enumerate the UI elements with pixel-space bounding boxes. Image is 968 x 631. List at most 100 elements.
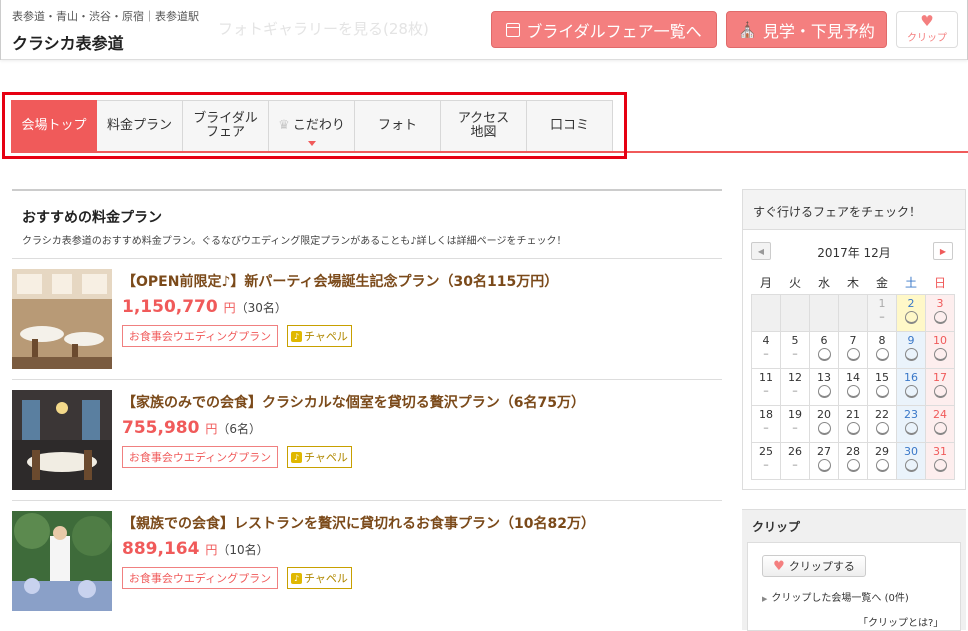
plan-photo[interactable] bbox=[12, 390, 112, 490]
fair-available-icon[interactable] bbox=[817, 458, 831, 472]
fair-available-icon[interactable] bbox=[875, 347, 889, 361]
weekday-label: 火 bbox=[788, 276, 801, 291]
fair-available-icon[interactable] bbox=[933, 458, 947, 472]
day-number: 16 bbox=[904, 370, 918, 384]
bridal-fair-list-button[interactable]: ブライダルフェア一覧へ bbox=[491, 11, 717, 48]
fair-available-icon[interactable] bbox=[904, 310, 918, 324]
price-unit: 円 bbox=[205, 422, 218, 436]
plan-photo[interactable] bbox=[12, 511, 112, 611]
calendar-day[interactable]: 21 bbox=[838, 404, 868, 443]
day-number: 21 bbox=[846, 407, 860, 421]
calendar-day[interactable]: 30 bbox=[896, 441, 926, 480]
next-month-button[interactable]: ▶ bbox=[933, 242, 953, 260]
fair-available-icon[interactable] bbox=[904, 347, 918, 361]
day-number: 17 bbox=[933, 370, 947, 384]
no-fair-mark: – bbox=[792, 383, 798, 397]
no-fair-mark: – bbox=[763, 420, 769, 434]
day-number: 18 bbox=[759, 407, 773, 421]
day-number: 9 bbox=[907, 333, 915, 347]
calendar-day: 11– bbox=[751, 367, 781, 406]
calendar-day[interactable]: 16 bbox=[896, 367, 926, 406]
calendar-day: 4– bbox=[751, 330, 781, 369]
clip-add-button[interactable]: ♥ クリップする bbox=[762, 555, 866, 577]
day-number: 7 bbox=[849, 333, 857, 347]
calendar-day[interactable]: 10 bbox=[925, 330, 955, 369]
fair-available-icon[interactable] bbox=[904, 384, 918, 398]
venue-name[interactable]: クラシカ表参道 bbox=[12, 30, 124, 54]
plan-tag-chapel: ♪ チャペル bbox=[287, 446, 352, 468]
visit-reservation-button[interactable]: ⛪ 見学・下見予約 bbox=[726, 11, 887, 48]
plan-tag-chapel-label: チャペル bbox=[304, 451, 348, 464]
calendar-day[interactable]: 2 bbox=[896, 293, 926, 332]
calendar-day[interactable]: 8 bbox=[867, 330, 897, 369]
clip-button[interactable]: ♥ クリップ bbox=[896, 11, 958, 48]
calendar-day[interactable]: 15 bbox=[867, 367, 897, 406]
calendar-day[interactable]: 24 bbox=[925, 404, 955, 443]
calendar-day: 19– bbox=[780, 404, 810, 443]
day-number: 26 bbox=[788, 444, 802, 458]
calendar-day[interactable]: 9 bbox=[896, 330, 926, 369]
fair-available-icon[interactable] bbox=[875, 384, 889, 398]
fair-available-icon[interactable] bbox=[817, 347, 831, 361]
fair-available-icon[interactable] bbox=[846, 458, 860, 472]
calendar-day[interactable]: 27 bbox=[809, 441, 839, 480]
fair-available-icon[interactable] bbox=[875, 421, 889, 435]
calendar-day[interactable]: 13 bbox=[809, 367, 839, 406]
clip-widget-title: クリップ bbox=[752, 520, 801, 534]
calendar-icon bbox=[506, 22, 521, 37]
fair-available-icon[interactable] bbox=[904, 458, 918, 472]
calendar-grid: 月火水木金土日 1–2 3 4–5–6 7 8 9 10 11–12–13 14 15 16 17 18… bbox=[751, 272, 955, 480]
price-unit: 円 bbox=[205, 543, 218, 557]
plans-section-desc: クラシカ表参道のおすすめ料金プラン。ぐるなびウエディング限定プランがあることも♪… bbox=[22, 236, 567, 247]
calendar-day[interactable]: 3 bbox=[925, 293, 955, 332]
calendar-day[interactable]: 20 bbox=[809, 404, 839, 443]
fair-available-icon[interactable] bbox=[817, 421, 831, 435]
fair-available-icon[interactable] bbox=[933, 384, 947, 398]
price-unit: 円 bbox=[223, 301, 236, 315]
price-value: 755,980 bbox=[122, 418, 200, 438]
calendar-day[interactable]: 22 bbox=[867, 404, 897, 443]
calendar-week: 4– 5–6 7 8 9 10 bbox=[751, 330, 955, 369]
highlight-box bbox=[2, 92, 627, 159]
plan-tag-chapel: ♪ チャペル bbox=[287, 567, 352, 589]
fair-available-icon[interactable] bbox=[933, 310, 947, 324]
calendar-day[interactable]: 17 bbox=[925, 367, 955, 406]
plan-name[interactable]: 【OPEN前限定♪】新パーティ会場誕生記念プラン（30名115万円） bbox=[122, 271, 558, 291]
fair-available-icon[interactable] bbox=[875, 458, 889, 472]
no-fair-mark: – bbox=[763, 457, 769, 471]
no-fair-mark: – bbox=[792, 346, 798, 360]
plan-item[interactable]: 【親族での会食】レストランを贅沢に貸切れるお食事プラン（10名82万） 889,… bbox=[12, 500, 722, 621]
plan-photo[interactable] bbox=[12, 269, 112, 369]
plan-item[interactable]: 【家族のみでの会食】クラシカルな個室を貸切る贅沢プラン（6名75万） 755,9… bbox=[12, 379, 722, 500]
calendar-day[interactable]: 23 bbox=[896, 404, 926, 443]
day-number: 5 bbox=[791, 333, 799, 347]
plan-name[interactable]: 【親族での会食】レストランを贅沢に貸切れるお食事プラン（10名82万） bbox=[122, 513, 595, 533]
day-number: 12 bbox=[788, 370, 802, 384]
clip-list-link[interactable]: ▶ クリップした会場一覧へ (0件) bbox=[762, 589, 909, 604]
calendar-day[interactable]: 28 bbox=[838, 441, 868, 480]
calendar-day[interactable]: 31 bbox=[925, 441, 955, 480]
calendar-day[interactable]: 14 bbox=[838, 367, 868, 406]
clip-widget: クリップ ♥ クリップする ▶ クリップした会場一覧へ (0件) 「クリップとは?」 bbox=[742, 509, 966, 631]
heart-icon: ♥ bbox=[920, 12, 934, 30]
fair-available-icon[interactable] bbox=[933, 421, 947, 435]
what-is-clip-link[interactable]: 「クリップとは?」 bbox=[858, 614, 943, 629]
day-number: 3 bbox=[936, 296, 944, 310]
day-number: 30 bbox=[904, 444, 918, 458]
no-fair-mark: – bbox=[763, 383, 769, 397]
plan-item[interactable]: 【OPEN前限定♪】新パーティ会場誕生記念プラン（30名115万円） 1,150… bbox=[12, 258, 722, 379]
calendar-day[interactable]: 6 bbox=[809, 330, 839, 369]
fair-available-icon[interactable] bbox=[846, 384, 860, 398]
plan-tag-chapel-label: チャペル bbox=[304, 572, 348, 585]
fair-available-icon[interactable] bbox=[846, 421, 860, 435]
fair-available-icon[interactable] bbox=[933, 347, 947, 361]
price-value: 889,164 bbox=[122, 539, 200, 559]
day-number: 10 bbox=[933, 333, 947, 347]
photo-gallery-link[interactable]: フォトギャラリーを見る(28枚) bbox=[218, 18, 429, 39]
calendar-day[interactable]: 29 bbox=[867, 441, 897, 480]
fair-available-icon[interactable] bbox=[904, 421, 918, 435]
plan-name[interactable]: 【家族のみでの会食】クラシカルな個室を貸切る贅沢プラン（6名75万） bbox=[122, 392, 585, 412]
fair-available-icon[interactable] bbox=[846, 347, 860, 361]
fair-available-icon[interactable] bbox=[817, 384, 831, 398]
calendar-day[interactable]: 7 bbox=[838, 330, 868, 369]
